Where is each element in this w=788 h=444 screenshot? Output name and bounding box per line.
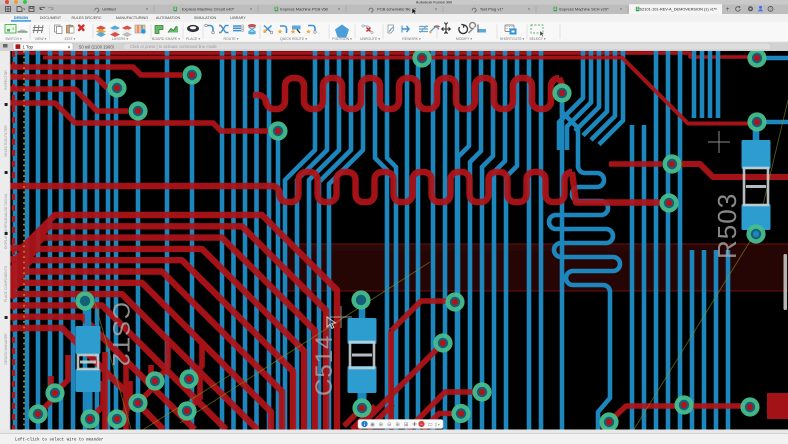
svg-text:PCB schematic file v2: PCB schematic file v2 bbox=[377, 7, 417, 12]
svg-text:Express Machine PCB v58: Express Machine PCB v58 bbox=[280, 7, 328, 12]
svg-text:ANALOG SIGNAL: ANALOG SIGNAL bbox=[4, 193, 8, 221]
svg-text:⊞: ⊞ bbox=[404, 422, 409, 428]
svg-text:Left-click to select wire to m: Left-click to select wire to meander bbox=[15, 438, 104, 443]
svg-text:×: × bbox=[620, 7, 623, 12]
svg-text:×: × bbox=[250, 7, 253, 12]
svg-text:Click or press | to activate c: Click or press | to activate command lin… bbox=[130, 44, 217, 49]
svg-text:×: × bbox=[435, 7, 438, 12]
svg-text:▾: ▾ bbox=[68, 44, 70, 49]
svg-text:CST2: CST2 bbox=[107, 302, 134, 367]
svg-text:⊕: ⊕ bbox=[395, 422, 400, 428]
svg-text:×: × bbox=[528, 7, 531, 12]
svg-text:+: + bbox=[726, 6, 730, 13]
svg-text:ROUTE ▾: ROUTE ▾ bbox=[224, 37, 239, 41]
svg-text:Autodesk Fusion 360: Autodesk Fusion 360 bbox=[416, 0, 452, 4]
svg-text:Express Machine SCH v29*: Express Machine SCH v29* bbox=[559, 7, 609, 12]
svg-text:×: × bbox=[338, 7, 341, 12]
svg-text:⊕: ⊕ bbox=[379, 422, 384, 428]
svg-text:INSPECTOR: INSPECTOR bbox=[4, 70, 8, 90]
svg-text:SHORTCUTS ▾: SHORTCUTS ▾ bbox=[500, 37, 525, 41]
svg-text:SIMULATION: SIMULATION bbox=[194, 16, 217, 20]
svg-text:◉: ◉ bbox=[370, 422, 375, 428]
svg-text:R503: R503 bbox=[712, 193, 742, 259]
svg-text:✚: ✚ bbox=[412, 422, 417, 428]
svg-text:C514: C514 bbox=[311, 335, 338, 396]
svg-text:50 mil (2100 1900): 50 mil (2100 1900) bbox=[79, 45, 115, 50]
svg-text:−: − bbox=[420, 422, 423, 427]
svg-text:SWITCH ▾: SWITCH ▾ bbox=[5, 37, 22, 41]
svg-text:Express Machine Circuit v40*: Express Machine Circuit v40* bbox=[182, 7, 235, 12]
svg-text:1 Top: 1 Top bbox=[23, 45, 34, 50]
svg-text:PLACE ▾: PLACE ▾ bbox=[186, 37, 200, 41]
svg-text:SELECT ▾: SELECT ▾ bbox=[529, 37, 546, 41]
svg-text:×: × bbox=[715, 7, 718, 12]
svg-text:Test Plug v1*: Test Plug v1* bbox=[480, 7, 504, 12]
svg-text:S2101-101-REV-A_DEMOVERSION (1: S2101-101-REV-A_DEMOVERSION (1) v1* bbox=[640, 7, 716, 12]
svg-text:MANUFACTURING: MANUFACTURING bbox=[116, 16, 148, 20]
svg-text:UNROUTE ▾: UNROUTE ▾ bbox=[360, 37, 380, 41]
svg-text:DESIGN MANAGER: DESIGN MANAGER bbox=[4, 333, 8, 365]
svg-text:i: i bbox=[364, 422, 365, 428]
svg-text:EDIT ▾: EDIT ▾ bbox=[65, 37, 76, 41]
svg-text:PLACE COMPONENTS: PLACE COMPONENTS bbox=[4, 265, 8, 302]
svg-text:LIBRARY: LIBRARY bbox=[230, 16, 246, 20]
svg-text:DESIGN: DESIGN bbox=[14, 16, 28, 20]
svg-text:REWORK ▾: REWORK ▾ bbox=[402, 37, 421, 41]
svg-text:▭: ▭ bbox=[427, 422, 432, 428]
svg-text:AUTOMATION: AUTOMATION bbox=[156, 16, 181, 20]
svg-text:⊖: ⊖ bbox=[387, 422, 392, 428]
svg-text:RULES DRC/ERC: RULES DRC/ERC bbox=[71, 16, 101, 20]
svg-text:DOCUMENT: DOCUMENT bbox=[40, 16, 62, 20]
svg-text:BOARD SHAPE ▾: BOARD SHAPE ▾ bbox=[152, 37, 180, 41]
svg-text:×: × bbox=[146, 7, 149, 12]
svg-text:LAYERS ▾: LAYERS ▾ bbox=[112, 37, 129, 41]
svg-text:VIEW ▾: VIEW ▾ bbox=[35, 37, 47, 41]
svg-text:QUICK ROUTE ▾: QUICK ROUTE ▾ bbox=[280, 37, 307, 41]
svg-text:MODIFY ▾: MODIFY ▾ bbox=[456, 37, 473, 41]
svg-text:Untitled: Untitled bbox=[102, 7, 116, 12]
svg-text:SELECTION FILTER: SELECTION FILTER bbox=[4, 125, 8, 157]
